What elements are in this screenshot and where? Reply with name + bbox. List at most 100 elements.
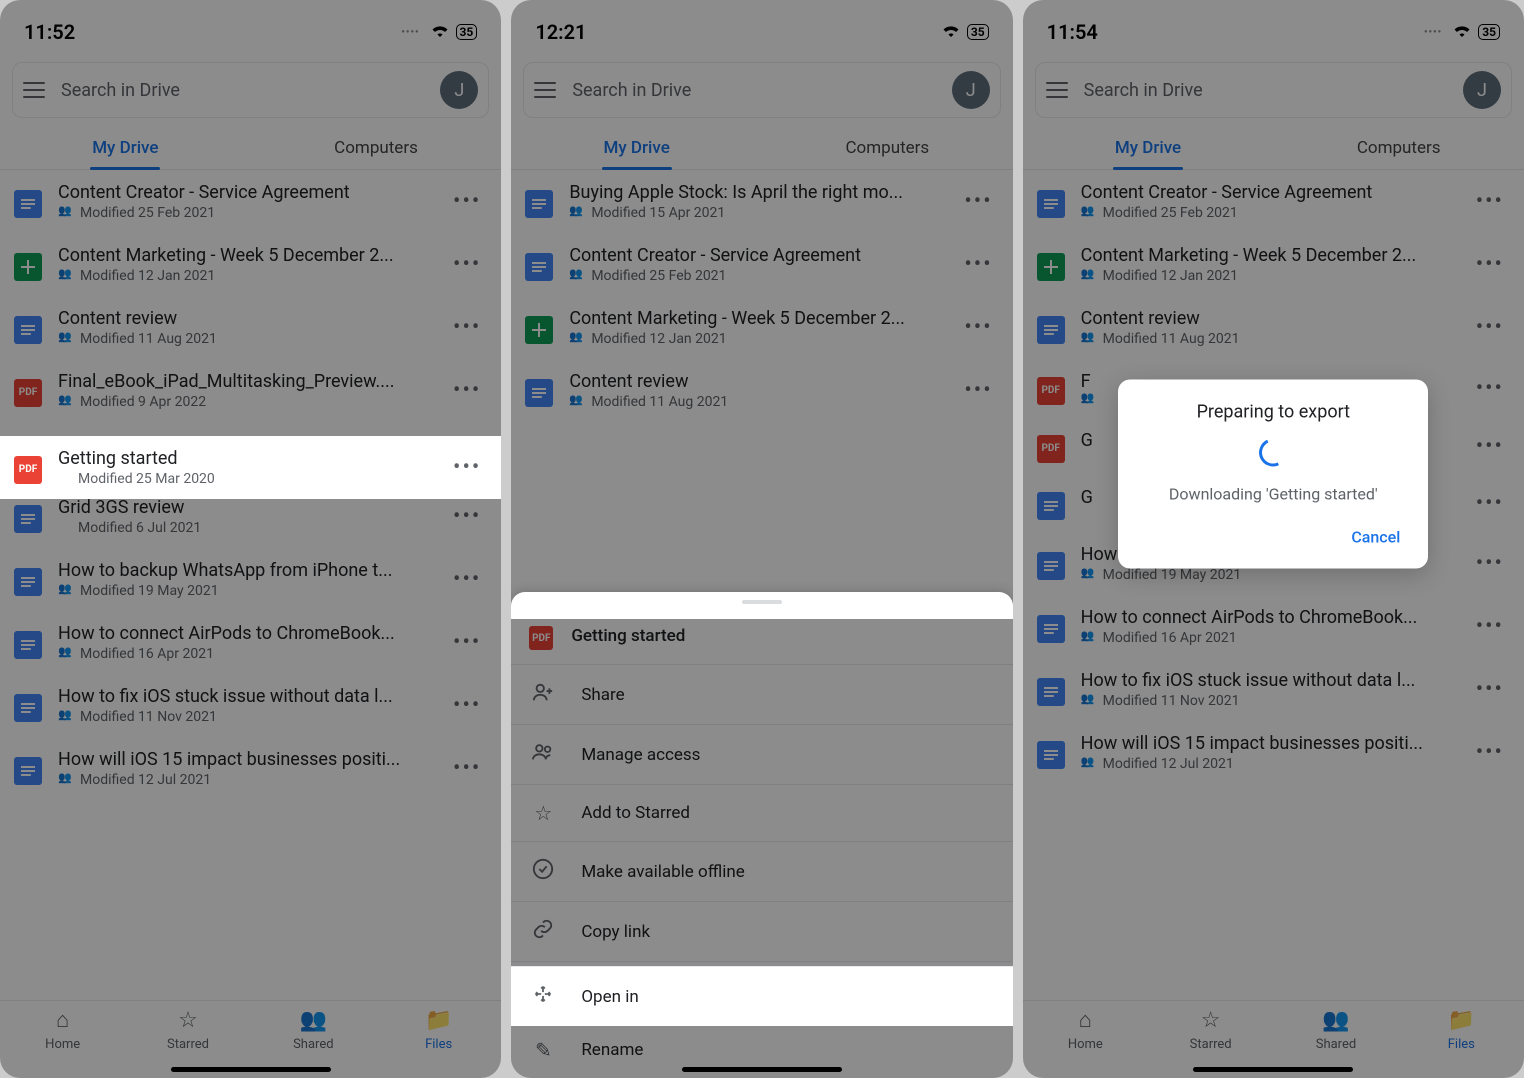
action-share[interactable]: Share [511, 664, 1012, 724]
action-manage-access[interactable]: Manage access [511, 724, 1012, 784]
file-row[interactable]: How to fix iOS stuck issue without data … [1023, 658, 1524, 721]
wifi-icon [430, 22, 450, 42]
file-row[interactable]: Content review Modified 11 Aug 2021 ••• [511, 359, 1012, 422]
search-bar[interactable]: Search in Drive J [523, 62, 1000, 118]
highlighted-file-row[interactable]: PDF Getting started Modified 25 Mar 2020… [0, 436, 501, 499]
doc-icon [14, 316, 42, 344]
more-button[interactable]: ••• [1470, 252, 1510, 277]
file-row[interactable]: How will iOS 15 impact businesses positi… [0, 737, 501, 800]
tab-computers[interactable]: Computers [251, 126, 502, 169]
more-button[interactable]: ••• [958, 315, 998, 340]
file-row[interactable]: Content Creator - Service Agreement Modi… [0, 170, 501, 233]
more-button[interactable]: ••• [958, 189, 998, 214]
more-button[interactable]: ••• [447, 567, 487, 592]
menu-icon[interactable] [23, 82, 45, 98]
file-row[interactable]: Content Marketing - Week 5 December 2...… [0, 233, 501, 296]
pencil-icon: ✎ [531, 1038, 555, 1062]
sheet-icon [14, 253, 42, 281]
file-row[interactable]: PDF Getting started Modified 25 Mar 2020… [0, 436, 501, 499]
shared-icon [58, 333, 74, 345]
file-subtitle: Modified 12 Jan 2021 [1081, 268, 1454, 284]
file-row[interactable]: Content review Modified 11 Aug 2021 ••• [0, 296, 501, 359]
more-button[interactable]: ••• [447, 756, 487, 781]
tabs: My Drive Computers [1023, 126, 1524, 170]
file-subtitle: Modified 25 Feb 2021 [58, 205, 431, 221]
file-row[interactable]: How will iOS 15 impact businesses positi… [1023, 721, 1524, 784]
action-open-in[interactable]: Open in [511, 966, 1012, 1026]
more-button[interactable]: ••• [1470, 434, 1510, 459]
more-button[interactable]: ••• [447, 189, 487, 214]
file-row[interactable]: How to connect AirPods to ChromeBook... … [0, 611, 501, 674]
more-button[interactable]: ••• [447, 630, 487, 655]
tab-computers[interactable]: Computers [762, 126, 1013, 169]
more-button[interactable]: ••• [447, 315, 487, 340]
file-row[interactable]: Buying Apple Stock: Is April the right m… [511, 170, 1012, 233]
file-subtitle: Modified 11 Aug 2021 [1081, 331, 1454, 347]
file-subtitle: Modified 12 Jan 2021 [569, 331, 942, 347]
sheet-handle[interactable] [742, 600, 782, 604]
star-icon: ☆ [178, 1007, 198, 1033]
file-subtitle: Modified 25 Feb 2021 [569, 268, 942, 284]
action-copy-link[interactable]: Copy link [511, 901, 1012, 961]
file-row[interactable]: How to connect AirPods to ChromeBook... … [1023, 595, 1524, 658]
people-icon [531, 741, 555, 768]
menu-icon[interactable] [534, 82, 556, 98]
dialog-cancel-button[interactable]: Cancel [1347, 522, 1404, 553]
file-list[interactable]: Content Creator - Service Agreement Modi… [1023, 170, 1524, 1000]
more-button[interactable]: ••• [447, 252, 487, 277]
file-row[interactable]: PDF Final_eBook_iPad_Multitasking_Previe… [0, 359, 501, 422]
file-subtitle: Modified 25 Feb 2021 [1081, 205, 1454, 221]
more-button[interactable]: ••• [1470, 376, 1510, 401]
doc-icon [525, 190, 553, 218]
tab-my-drive[interactable]: My Drive [1023, 126, 1274, 169]
file-row[interactable]: How to backup WhatsApp from iPhone t... … [0, 548, 501, 611]
doc-icon [1037, 316, 1065, 344]
action-add-starred[interactable]: ☆ Add to Starred [511, 784, 1012, 841]
more-button[interactable]: ••• [1470, 551, 1510, 576]
file-subtitle: Modified 12 Jul 2021 [58, 772, 431, 788]
more-button[interactable]: ••• [1470, 614, 1510, 639]
nav-home[interactable]: ⌂Home [1023, 1007, 1148, 1078]
nav-home[interactable]: ⌂Home [0, 1007, 125, 1078]
search-bar[interactable]: Search in Drive J [1035, 62, 1512, 118]
tab-computers[interactable]: Computers [1273, 126, 1524, 169]
menu-icon[interactable] [1046, 82, 1068, 98]
file-title: Getting started [58, 448, 431, 469]
more-button[interactable]: ••• [1470, 740, 1510, 765]
account-avatar[interactable]: J [440, 71, 478, 109]
wifi-icon [1452, 22, 1472, 42]
tab-my-drive[interactable]: My Drive [511, 126, 762, 169]
file-subtitle: Modified 15 Apr 2021 [569, 205, 942, 221]
spinner-icon [1255, 435, 1291, 471]
file-list[interactable]: Content Creator - Service Agreement Modi… [0, 170, 501, 1000]
panel-2-action-sheet: 12:21 35 Search in Drive J My Drive Comp… [511, 0, 1012, 1078]
more-button[interactable]: ••• [958, 252, 998, 277]
file-row[interactable]: Content Marketing - Week 5 December 2...… [511, 296, 1012, 359]
doc-icon [14, 631, 42, 659]
panel-3-export-dialog: 11:54 •••• 35 Search in Drive J My Drive… [1023, 0, 1524, 1078]
file-row[interactable]: Content review Modified 11 Aug 2021 ••• [1023, 296, 1524, 359]
more-button[interactable]: ••• [958, 378, 998, 403]
account-avatar[interactable]: J [1463, 71, 1501, 109]
more-button[interactable]: ••• [447, 504, 487, 529]
file-row[interactable]: How to fix iOS stuck issue without data … [0, 674, 501, 737]
tab-my-drive[interactable]: My Drive [0, 126, 251, 169]
battery-icon: 35 [967, 24, 989, 40]
action-available-offline[interactable]: Make available offline [511, 841, 1012, 901]
more-button[interactable]: ••• [447, 693, 487, 718]
file-row[interactable]: Content Marketing - Week 5 December 2...… [1023, 233, 1524, 296]
more-button[interactable]: ••• [447, 455, 487, 480]
more-button[interactable]: ••• [1470, 677, 1510, 702]
nav-files[interactable]: 📁Files [376, 1007, 501, 1078]
doc-icon [1037, 552, 1065, 580]
search-bar[interactable]: Search in Drive J [12, 62, 489, 118]
more-button[interactable]: ••• [447, 378, 487, 403]
tabs: My Drive Computers [0, 126, 501, 170]
account-avatar[interactable]: J [952, 71, 990, 109]
more-button[interactable]: ••• [1470, 189, 1510, 214]
more-button[interactable]: ••• [1470, 491, 1510, 516]
file-row[interactable]: Content Creator - Service Agreement Modi… [1023, 170, 1524, 233]
more-button[interactable]: ••• [1470, 315, 1510, 340]
file-row[interactable]: Content Creator - Service Agreement Modi… [511, 233, 1012, 296]
nav-files[interactable]: 📁Files [1399, 1007, 1524, 1078]
